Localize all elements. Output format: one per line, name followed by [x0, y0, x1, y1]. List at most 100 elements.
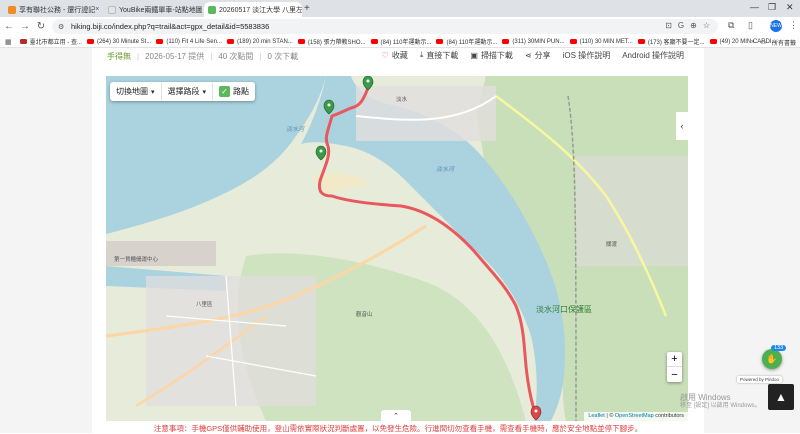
youtube-icon: [569, 39, 577, 44]
trail-meta: 手得無 | 2026-05-17 提供 | 40 次點閱 | 0 次下載: [107, 50, 298, 62]
ios-guide-link[interactable]: iOS 操作說明: [563, 50, 611, 61]
page-body: 手得無 | 2026-05-17 提供 | 40 次點閱 | 0 次下載 ♡ 收…: [0, 48, 800, 433]
youtube-icon: [297, 39, 305, 44]
close-window-button[interactable]: ✕: [786, 2, 794, 13]
tamsui-urban: [356, 86, 496, 141]
install-icon[interactable]: ⊡: [665, 21, 672, 30]
panel-toggle-chevron-icon[interactable]: ‹: [676, 112, 688, 140]
maximize-button[interactable]: ❐: [768, 2, 776, 13]
share-icon: ⋖: [524, 50, 532, 60]
osm-link[interactable]: OpenStreetMap: [615, 413, 654, 419]
tab-2-active[interactable]: 20260517 淡江大學 八里左岸 | ×: [204, 2, 302, 17]
zoom-out-button[interactable]: −: [667, 367, 682, 382]
reload-icon[interactable]: ↻: [34, 21, 48, 32]
tab-favicon: [108, 5, 116, 14]
map-attribution: Leaflet | © OpenStreetMap contributors: [584, 412, 688, 421]
folder-icon: ▭: [760, 39, 766, 46]
tab-favicon: [8, 5, 16, 14]
powered-by-label: Powered by Pindoo: [737, 376, 783, 383]
direct-download-button[interactable]: ⤓ 直接下載: [420, 50, 459, 61]
divider: |: [137, 51, 140, 61]
favorite-button[interactable]: ♡ 收藏: [382, 50, 408, 61]
new-tab-button[interactable]: +: [304, 3, 310, 14]
upload-date: 2026-05-17 提供: [145, 51, 205, 61]
switch-map-button[interactable]: 切換地圖 ▾: [110, 82, 162, 101]
translate-icon[interactable]: G: [678, 21, 684, 30]
heart-icon: ♡: [381, 50, 389, 60]
qr-download-button[interactable]: ▣ 掃描下載: [470, 50, 513, 61]
profile-avatar[interactable]: NEW: [770, 20, 782, 32]
youtube-icon: [86, 39, 94, 44]
bookmarks-overflow[interactable]: »: [751, 39, 754, 45]
download-count: 0 次下載: [267, 51, 299, 61]
trail-card: 手得無 | 2026-05-17 提供 | 40 次點閱 | 0 次下載 ♡ 收…: [92, 48, 704, 433]
windows-activation-notice: 啟用 Windows 移至 [設定] 以啟用 Windows。: [680, 393, 761, 409]
trail-map[interactable]: 淡水河 淡水河 淡水河口保護區 八里區 第一貨櫃儲運中心 淡水 關渡 觀音山 切…: [106, 76, 688, 421]
share-button[interactable]: ⋖ 分享: [525, 50, 551, 61]
tab-1[interactable]: YouBike兩鐵單車-站點地圖 ×: [104, 2, 202, 17]
river-label: 淡水河: [286, 125, 305, 133]
extensions-icon[interactable]: ⧉: [728, 20, 734, 31]
divider: |: [210, 51, 213, 61]
sidepanel-icon[interactable]: ▯: [748, 20, 753, 31]
port-label: 第一貨櫃儲運中心: [114, 255, 159, 263]
site-info-icon[interactable]: ⚙: [58, 23, 66, 31]
bookmark-item[interactable]: (311) 30MIN PUN...: [502, 39, 565, 45]
youtube-icon: [502, 39, 510, 44]
chat-widget-button[interactable]: ✋: [762, 349, 782, 369]
action-bar: ♡ 收藏 ⤓ 直接下載 ▣ 掃描下載 ⋖ 分享 iOS 操作說明 Android…: [382, 49, 684, 61]
river-label: 淡水河: [436, 165, 455, 173]
forward-icon[interactable]: →: [18, 21, 32, 32]
youtube-icon: [156, 39, 164, 44]
youtube-icon: [436, 39, 444, 44]
all-bookmarks[interactable]: 所有書籤: [772, 38, 796, 47]
qrcode-icon: ▣: [470, 50, 478, 60]
bookmark-item[interactable]: (84) 110年運動示...: [436, 37, 497, 46]
checkbox-checked-icon: ✓: [219, 86, 231, 97]
town-label: 淡水: [396, 95, 408, 103]
bookmark-item[interactable]: (173) 客廳不要一定...: [637, 37, 705, 46]
omnibox-icons: ⊡ G ⊕ ☆: [665, 21, 710, 30]
expand-chevron-up-icon[interactable]: ⌃: [381, 410, 411, 421]
chevron-down-icon: ▾: [151, 88, 155, 96]
minimize-button[interactable]: —: [750, 2, 759, 12]
youtube-icon: [19, 39, 27, 44]
bookmark-item[interactable]: (189) 20 min STAN...: [226, 39, 293, 45]
bookmark-item[interactable]: (84) 110年運動示...: [370, 37, 431, 46]
north-urban: [576, 156, 688, 266]
map-control-bar: 切換地圖 ▾ 選擇路段 ▾ ✓ 路點: [110, 82, 256, 101]
scroll-to-top-button[interactable]: ▲: [768, 384, 794, 410]
zoom-icon[interactable]: ⊕: [690, 21, 697, 30]
menu-icon[interactable]: ⋮: [789, 20, 798, 31]
zoom-in-button[interactable]: +: [667, 352, 682, 367]
browser-toolbar: ← → ↻ ⚙ hiking.biji.co/index.php?q=trail…: [0, 17, 800, 36]
bookmark-item[interactable]: (110) Fit 4 Life Sen...: [156, 39, 222, 45]
bookmark-item[interactable]: (158) 張力帶教SHO...: [297, 37, 366, 46]
waypoints-toggle[interactable]: ✓ 路點: [213, 82, 255, 101]
tab-strip: 享有聯社公務 - 還行證記 × YouBike兩鐵單車-站點地圖 × 20260…: [0, 0, 800, 17]
tab-title: YouBike兩鐵單車-站點地圖: [119, 6, 202, 14]
youtube-icon: [637, 39, 645, 44]
close-icon[interactable]: ×: [95, 6, 99, 13]
select-segment-button[interactable]: 選擇路段 ▾: [162, 82, 214, 101]
author-link[interactable]: 手得無: [107, 51, 131, 62]
bookmark-item[interactable]: (110) 30 MIN MET...: [569, 39, 633, 45]
tab-title: 享有聯社公務 - 還行證記: [19, 6, 96, 14]
youtube-icon: [226, 39, 234, 44]
leaflet-link[interactable]: Leaflet: [588, 413, 605, 419]
bookmark-star-icon[interactable]: ☆: [703, 21, 710, 30]
bookmark-item[interactable]: 臺北市都立用 - 查...: [19, 37, 82, 46]
safety-warning: 注意事項：手機GPS僅供輔助使用，登山需依實際狀況判斷處置，以免發生危險。行進間…: [153, 424, 643, 433]
bookmark-item[interactable]: (264) 30 Minute St...: [86, 39, 151, 45]
android-guide-link[interactable]: Android 操作說明: [622, 50, 684, 61]
town-label: 關渡: [606, 240, 618, 248]
divider: |: [259, 51, 262, 61]
tab-title: 20260517 淡江大學 八里左岸 |: [219, 6, 302, 14]
back-icon[interactable]: ←: [2, 21, 16, 32]
tab-0[interactable]: 享有聯社公務 - 還行證記 ×: [4, 2, 102, 17]
address-bar[interactable]: ⚙ hiking.biji.co/index.php?q=trail&act=g…: [52, 19, 718, 34]
map-canvas: 淡水河 淡水河 淡水河口保護區 八里區 第一貨櫃儲運中心 淡水 關渡 觀音山: [106, 76, 688, 421]
youtube-icon: [370, 39, 378, 44]
address-text: hiking.biji.co/index.php?q=trail&act=gpx…: [71, 22, 270, 31]
bookmark-apps[interactable]: ▦: [5, 38, 15, 46]
